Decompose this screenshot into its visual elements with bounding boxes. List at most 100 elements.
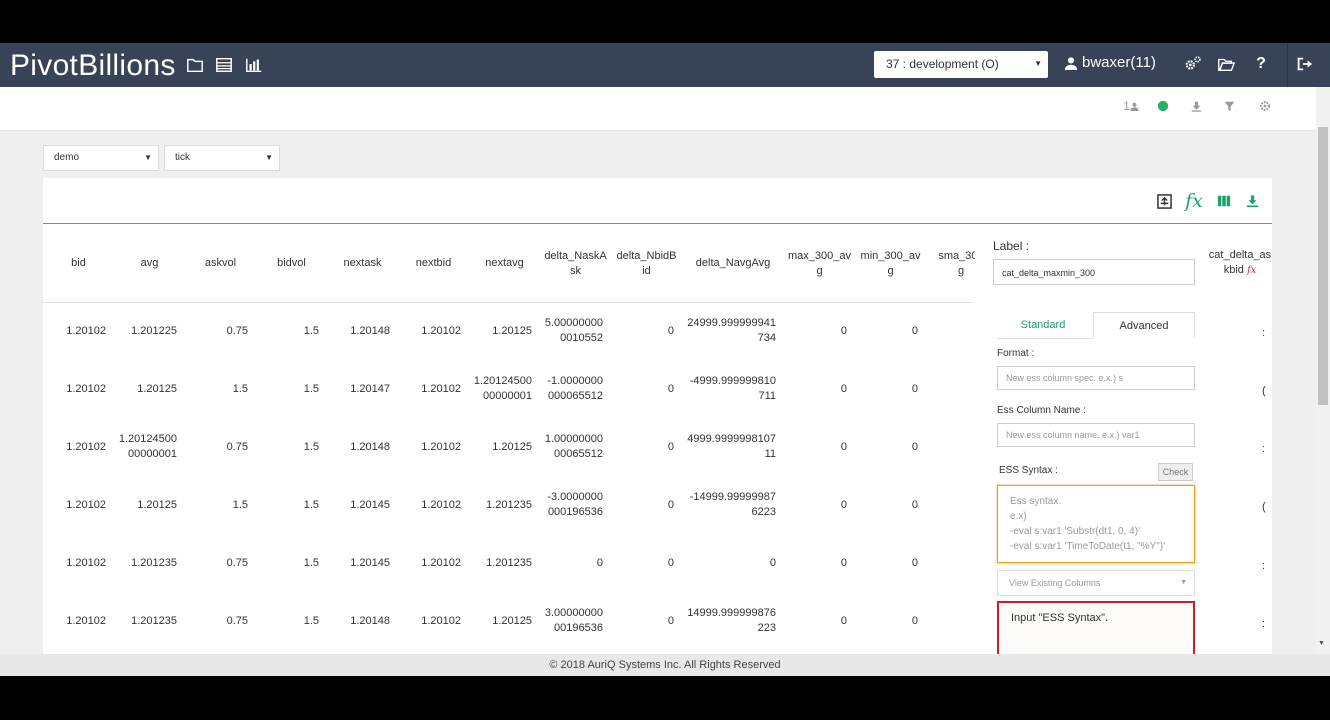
- column-header-bidvol[interactable]: bidvol: [256, 225, 327, 302]
- column-header-min-300-avg[interactable]: min_300_av g: [855, 225, 926, 302]
- column-header-delta-nbidbid[interactable]: delta_NbidBid: [611, 225, 682, 302]
- table-cell: 24999.999999941734: [687, 317, 776, 344]
- column-header-label: nextavg: [485, 257, 524, 269]
- column-header-max-300-avg[interactable]: max_300_av g: [784, 225, 855, 302]
- gears-icon[interactable]: [1183, 54, 1203, 74]
- syntax-placeholder-line: e.x): [1010, 511, 1027, 522]
- table-select-value: tick: [175, 152, 190, 163]
- column-header-label-line: sk: [570, 264, 581, 277]
- table-row[interactable]: 1.20102 1.20125 1.5 1.5 1.20145 1.20102 1.2012…: [43, 476, 996, 534]
- table-cell: 4999.999999810711: [687, 433, 776, 460]
- table-cell: 0: [667, 440, 674, 453]
- columns-icon[interactable]: [1215, 192, 1233, 210]
- table-cell: 1.20125: [492, 324, 532, 337]
- dataset-select[interactable]: demo ▼: [43, 145, 159, 171]
- column-header-label: nextask: [343, 257, 382, 269]
- settings-gear-icon[interactable]: [1256, 97, 1274, 115]
- ess-column-name-title: Ess Column Name :: [997, 405, 1086, 416]
- column-header-avg[interactable]: avg: [114, 225, 185, 302]
- table-row[interactable]: 1.20102 1.2012450000000001 0.75 1.5 1.20148 1…: [43, 418, 996, 476]
- navbar-divider: [1287, 43, 1288, 87]
- table-cell: -3.0000000000196536: [547, 491, 603, 518]
- edge-column-cell: :: [1262, 618, 1266, 630]
- status-dot-icon: [1154, 97, 1172, 115]
- filter-icon[interactable]: [1220, 97, 1238, 115]
- table-cell: 1.201235: [486, 498, 532, 511]
- table-cell: 1.20102: [66, 324, 106, 337]
- fx-formula-icon[interactable]: fx: [1183, 190, 1205, 212]
- table-cell: 0: [840, 614, 847, 627]
- user-icon: [1064, 56, 1078, 70]
- download-icon[interactable]: [1187, 97, 1205, 115]
- ess-column-name-input[interactable]: New ess column name. e.x.) var1: [997, 423, 1195, 447]
- format-input[interactable]: New ess column spec. e.x.) s: [997, 366, 1195, 390]
- export-download-icon[interactable]: [1243, 192, 1261, 210]
- user-count-indicator[interactable]: 1: [1120, 97, 1142, 115]
- table-cell: 1.20102: [421, 382, 461, 395]
- copyright-text: © 2018 AuriQ Systems Inc. All Rights Res…: [549, 659, 781, 671]
- ess-syntax-textarea[interactable]: Ess syntax. e.x) -eval s:var1 'Substr(dt…: [997, 485, 1195, 563]
- table-row[interactable]: 1.20102 1.20125 1.5 1.5 1.20147 1.20102 1.2012…: [43, 360, 996, 418]
- column-header-bid[interactable]: bid: [43, 225, 114, 302]
- table-cell: 1.201235: [131, 556, 177, 569]
- table-cell: 0: [840, 556, 847, 569]
- edge-column-cell: (: [1262, 385, 1266, 397]
- view-existing-columns-label: View Existing Columns: [1009, 578, 1101, 588]
- table-row[interactable]: 1.20102 1.201225 0.75 1.5 1.20148 1.20102 1.20…: [43, 302, 996, 360]
- table-cell: -1.0000000000065512: [547, 375, 603, 402]
- table-cell: 0: [769, 556, 776, 569]
- grid-header-row: bid avg askvol bidvol nextask nextbid nextavg d…: [43, 225, 996, 302]
- brand-logo[interactable]: PivotBillions: [10, 49, 176, 83]
- column-header-nextask[interactable]: nextask: [327, 225, 398, 302]
- table-cell: 1.20145: [350, 498, 390, 511]
- table-select[interactable]: tick ▼: [164, 145, 280, 171]
- table-cell: 1.20102: [421, 324, 461, 337]
- logout-icon[interactable]: [1294, 54, 1314, 74]
- column-header-delta-navgavg[interactable]: delta_NavgAvg: [682, 225, 784, 302]
- column-header-label-line: id: [642, 264, 651, 277]
- column-header-nextbid[interactable]: nextbid: [398, 225, 469, 302]
- page-scrollbar-thumb[interactable]: [1318, 127, 1328, 405]
- column-header-delta-naskask[interactable]: delta_NaskA sk: [540, 225, 611, 302]
- cat-delta-askbid-header[interactable]: cat_delta_as kbid fx: [1205, 248, 1275, 278]
- table-cell: 0: [911, 324, 918, 337]
- table-cell: 0.75: [226, 614, 248, 627]
- table-cell: 0.75: [226, 324, 248, 337]
- table-cell: 0: [667, 498, 674, 511]
- column-header-label: avg: [140, 257, 159, 269]
- import-column-icon[interactable]: [1155, 192, 1173, 210]
- tab-advanced[interactable]: Advanced: [1093, 312, 1195, 338]
- tab-underline: [997, 338, 1093, 339]
- table-cell: 1.5: [232, 382, 248, 395]
- table-cell: 1.5: [303, 382, 319, 395]
- user-menu[interactable]: bwaxer(11): [1064, 54, 1156, 71]
- folder-open-icon[interactable]: [1216, 54, 1236, 74]
- table-row[interactable]: 1.20102 1.201235 0.75 1.5 1.20145 1.20102 1.20…: [43, 534, 996, 592]
- secondary-toolbar: [0, 87, 1316, 131]
- label-input[interactable]: cat_delta_maxmin_300: [993, 259, 1195, 285]
- bar-chart-icon[interactable]: [244, 55, 264, 75]
- column-header-nextavg[interactable]: nextavg: [469, 225, 540, 302]
- table-cell: 1.2012450000000001: [473, 375, 532, 402]
- table-row[interactable]: 1.20102 1.201235 0.75 1.5 1.20148 1.20102 1.20…: [43, 592, 996, 650]
- syntax-placeholder-line: -eval s:var1 'TimeToDate(t1, "%Y")': [1010, 541, 1166, 552]
- table-cell: 1.5: [303, 498, 319, 511]
- table-cell: 0: [667, 324, 674, 337]
- table-cell: 1.20125: [492, 440, 532, 453]
- column-header-label-line: g: [816, 264, 823, 277]
- column-header-label-line: delta_NbidB: [616, 249, 677, 262]
- table-list-icon[interactable]: [214, 55, 234, 75]
- column-header-askvol[interactable]: askvol: [185, 225, 256, 302]
- help-icon[interactable]: ?: [1251, 54, 1271, 74]
- cat-delta-askbid-label-line1: cat_delta_as: [1208, 249, 1272, 261]
- table-cell: 0: [911, 498, 918, 511]
- project-select[interactable]: 37 : development (O) ▼: [874, 51, 1048, 78]
- folder-icon[interactable]: [185, 55, 205, 75]
- edge-column-cell: :: [1262, 560, 1266, 572]
- bottom-letterbox: [0, 676, 1330, 720]
- tab-standard[interactable]: Standard: [997, 312, 1089, 338]
- scroll-down-arrow[interactable]: ▼: [1318, 640, 1325, 647]
- fx-formula-icon[interactable]: fx: [1247, 265, 1256, 276]
- view-existing-columns-select[interactable]: View Existing Columns ▼: [997, 570, 1195, 596]
- check-button[interactable]: Check: [1158, 463, 1193, 481]
